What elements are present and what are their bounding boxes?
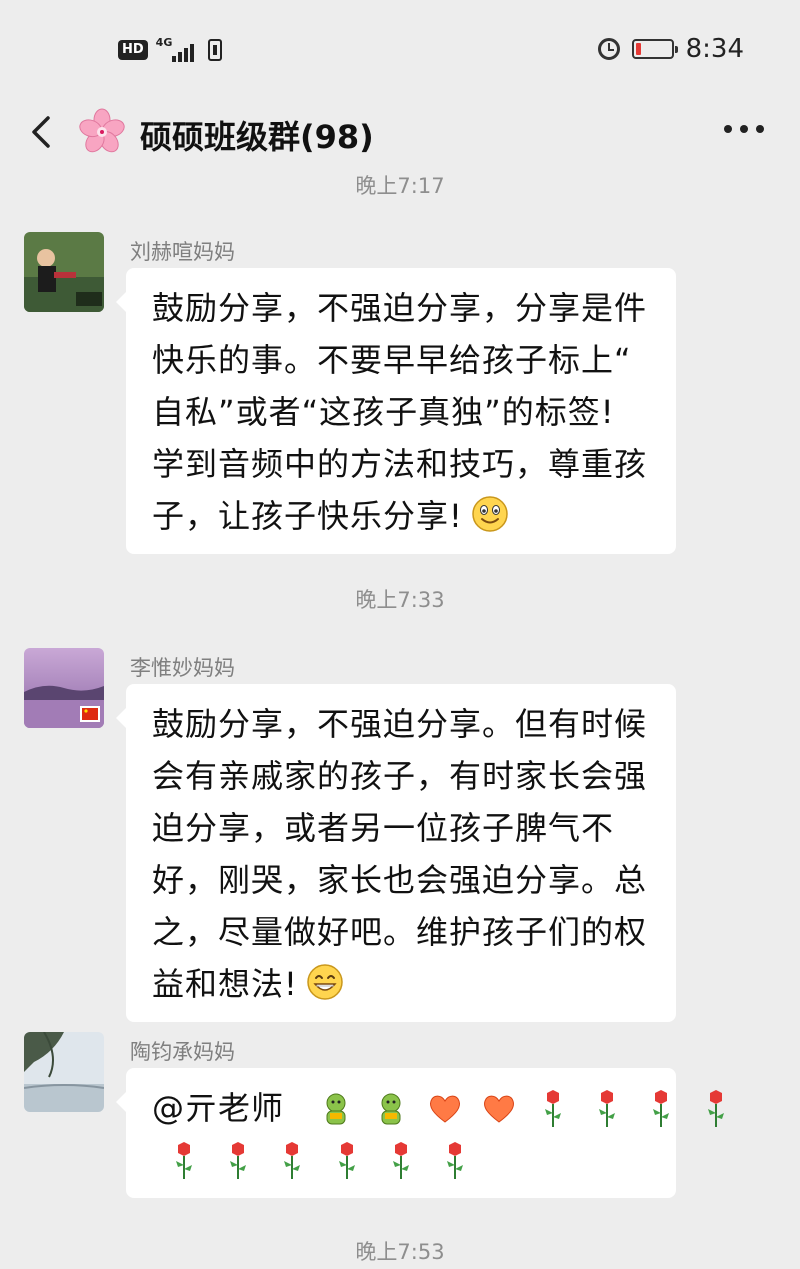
sim-icon (207, 39, 222, 61)
message-line: 鼓励分享，不强迫分享，分享是件 (152, 289, 648, 327)
timestamp: 晚上7:53 (355, 1240, 445, 1264)
rose-icon (176, 1142, 192, 1179)
alarm-icon (597, 38, 620, 60)
timestamp: 晚上7:17 (355, 174, 445, 198)
smiling-face-icon (472, 496, 508, 532)
rose-icon (284, 1142, 301, 1179)
cherry-blossom-icon (79, 108, 125, 153)
status-left-icons: HD 4G (118, 36, 222, 64)
sender-name: 刘赫喧妈妈 (130, 240, 235, 264)
green-man-icon (326, 1093, 346, 1125)
chat-message-list[interactable]: 晚上7:17 刘赫喧妈妈 鼓励分享，不强迫分享，分享是件 快乐的事。不要早早给孩… (0, 166, 800, 1269)
rose-icon (446, 1142, 463, 1179)
message-line: 子，让孩子快乐分享! (152, 497, 463, 535)
message-line: 快乐的事。不要早早给孩子标上“ (152, 341, 632, 379)
page-title: 硕硕班级群(98) (140, 118, 374, 156)
rose-icon (545, 1090, 562, 1127)
message-bubble[interactable]: 鼓励分享，不强迫分享，分享是件 快乐的事。不要早早给孩子标上“ 自私”或者“这孩… (116, 268, 676, 554)
ellipsis-icon[interactable] (724, 124, 764, 134)
message-bubble[interactable]: 鼓励分享，不强迫分享。但有时候 会有亲戚家的孩子，有时家长会强 迫分享，或者另一… (116, 684, 676, 1022)
rose-icon (392, 1142, 409, 1179)
grinning-face-icon (307, 964, 343, 1000)
avatar[interactable] (24, 648, 104, 728)
mention-text: @亓老师 (152, 1089, 285, 1127)
sender-name: 陶钧承妈妈 (130, 1040, 235, 1064)
heart-icon (483, 1095, 514, 1123)
message-line: 学到音频中的方法和技巧，尊重孩 (152, 445, 648, 483)
rose-icon (707, 1090, 724, 1127)
status-right-icons: 8:34 (597, 34, 744, 64)
avatar[interactable] (24, 1032, 104, 1112)
rose-icon (230, 1142, 247, 1179)
message-line: 之，尽量做好吧。维护孩子们的权 (152, 913, 648, 951)
message-line: 好，刚哭，家长也会强迫分享。总 (152, 861, 648, 899)
timestamp: 晚上7:33 (355, 588, 445, 612)
rose-icon (599, 1090, 616, 1127)
status-time: 8:34 (685, 34, 744, 64)
sender-name: 李惟妙妈妈 (130, 656, 235, 680)
rose-icon (338, 1142, 355, 1179)
message-line: 迫分享，或者另一位孩子脾气不 (152, 809, 615, 847)
heart-icon (429, 1095, 460, 1123)
message-line: 自私”或者“这孩子真独”的标签! (152, 393, 615, 431)
status-bar: HD 4G 8:34 (0, 0, 800, 100)
green-man-icon (381, 1093, 401, 1125)
message-line: 鼓励分享，不强迫分享。但有时候 (152, 705, 648, 743)
message-line: 益和想法! (152, 965, 298, 1003)
message-line: 会有亲戚家的孩子，有时家长会强 (152, 757, 648, 795)
chat-header: 硕硕班级群(98) (0, 100, 800, 166)
message-bubble[interactable]: @亓老师 (116, 1068, 724, 1198)
rose-icon (653, 1090, 670, 1127)
network-type-label: 4G (155, 36, 173, 49)
avatar[interactable] (24, 232, 104, 312)
chevron-left-icon[interactable] (24, 112, 64, 152)
hd-badge-icon: HD (118, 40, 148, 60)
signal-icon: 4G (156, 36, 200, 64)
battery-low-icon (631, 39, 678, 59)
